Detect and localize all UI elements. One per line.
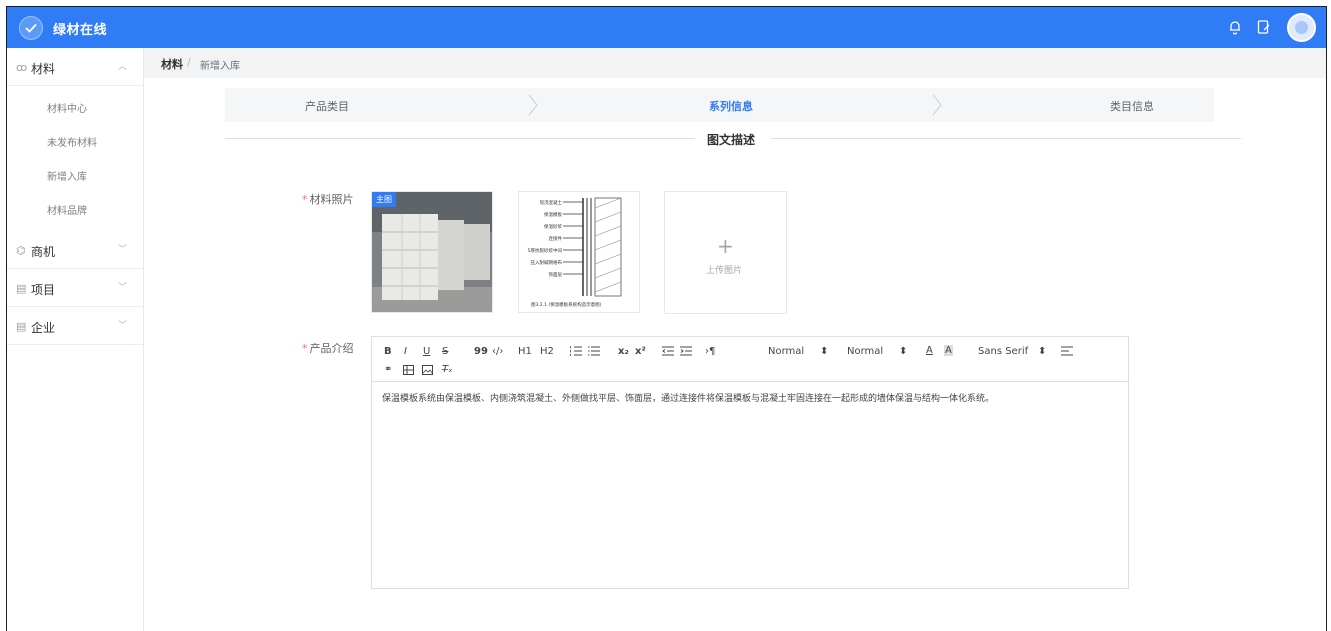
photo-thumbnail-diagram[interactable]: 现浇混凝土 保温模板 保温砂浆 连接件 5厚抗裂砂浆中间 压入耐碱网格布 饰面层… — [518, 191, 640, 313]
editor-toolbar: B I U S 99 ‹/› H1 H2 x₂ x² ›¶ Normal ⬍ N… — [372, 337, 1128, 382]
svg-text:保温模板: 保温模板 — [544, 211, 562, 218]
opportunity-icon: ⌬ — [16, 244, 26, 257]
sidebar-item-label: 未发布材料 — [47, 138, 97, 149]
font-color-icon[interactable]: A — [926, 345, 933, 356]
divider-right — [771, 138, 1241, 139]
step-bar: 产品类目 系列信息 类目信息 — [225, 88, 1214, 122]
structure-diagram: 现浇混凝土 保温模板 保温砂浆 连接件 5厚抗裂砂浆中间 压入耐碱网格布 饰面层… — [528, 197, 622, 308]
breadcrumb-current: 新增入库 — [200, 61, 240, 72]
edit-note-icon[interactable] — [1255, 18, 1273, 36]
svg-text:5厚抗裂砂浆中间: 5厚抗裂砂浆中间 — [528, 247, 563, 254]
sidebar-group-opportunity[interactable]: ⌬ 商机 ﹀ — [7, 231, 143, 269]
photo-image — [372, 192, 492, 312]
sidebar-group-project[interactable]: ▤ 项目 ﹀ — [7, 269, 143, 307]
link-icon: ꝏ — [16, 61, 28, 74]
svg-text:图3.2.1 (保温模板系统构造示意图): 图3.2.1 (保温模板系统构造示意图) — [531, 301, 602, 308]
upload-image-button[interactable]: + 上传图片 — [664, 191, 787, 314]
svg-text:保温砂浆: 保温砂浆 — [544, 223, 562, 230]
video-icon[interactable] — [403, 365, 414, 375]
size-select[interactable]: Normal — [768, 346, 804, 357]
bold-button[interactable]: B — [384, 346, 392, 357]
bell-icon[interactable] — [1226, 18, 1244, 36]
select-chevron-icon: ⬍ — [899, 346, 908, 357]
sidebar-group-enterprise[interactable]: ▤ 企业 ﹀ — [7, 307, 143, 345]
sidebar-group-label: 商机 — [31, 245, 56, 259]
image-icon[interactable] — [422, 365, 433, 375]
step-product-category[interactable]: 产品类目 — [305, 98, 349, 114]
background-color-icon[interactable]: A — [944, 345, 953, 356]
step-series-info[interactable]: 系列信息 — [709, 98, 753, 114]
app-title[interactable]: 绿材在线 — [53, 19, 107, 38]
step-category-info[interactable]: 类目信息 — [1110, 98, 1154, 114]
chevron-down-icon: ﹀ — [118, 245, 128, 255]
select-chevron-icon: ⬍ — [820, 346, 829, 357]
underline-button[interactable]: U — [423, 346, 430, 357]
sidebar-item-unpublished[interactable]: 未发布材料 — [7, 124, 143, 158]
sidebar-group-label: 材料 — [31, 62, 56, 76]
project-icon: ▤ — [16, 282, 27, 295]
svg-text:现浇混凝土: 现浇混凝土 — [540, 199, 563, 206]
superscript-button[interactable]: x² — [635, 346, 646, 357]
sidebar-group-materials[interactable]: ꝏ 材料 ︿ — [7, 48, 143, 86]
header-select[interactable]: Normal — [847, 346, 883, 357]
chevron-down-icon: ﹀ — [118, 283, 128, 293]
sidebar: ꝏ 材料 ︿ 材料中心 未发布材料 新增入库 材料品牌 ⌬ 商机 ﹀ ▤ 项目 … — [7, 48, 144, 631]
clear-format-icon[interactable]: T̶ₓ — [442, 364, 453, 375]
sidebar-item-label: 材料中心 — [47, 104, 87, 115]
chevron-right-icon — [528, 94, 538, 116]
link-icon[interactable]: ⚭ — [384, 364, 392, 375]
breadcrumb-separator: / — [187, 56, 191, 69]
svg-text:饰面层: 饰面层 — [549, 271, 563, 278]
outdent-icon[interactable] — [662, 346, 674, 356]
code-block-button[interactable]: ‹/› — [492, 346, 503, 357]
upload-label: 上传图片 — [706, 266, 743, 276]
photos-label: * 材料照片 — [302, 193, 354, 206]
main-image-badge: 主图 — [372, 192, 396, 207]
select-chevron-icon: ⬍ — [1038, 346, 1047, 357]
strike-button[interactable]: S — [442, 346, 448, 357]
bullet-list-icon[interactable] — [588, 346, 600, 356]
photo-thumbnail-main[interactable]: 主图 — [371, 191, 493, 313]
sidebar-group-label: 项目 — [31, 283, 56, 297]
svg-text:压入耐碱网格布: 压入耐碱网格布 — [531, 259, 563, 266]
section-title: 图文描述 — [707, 133, 756, 147]
divider-left — [225, 138, 695, 139]
subscript-button[interactable]: x₂ — [618, 346, 629, 357]
h2-button[interactable]: H2 — [540, 346, 554, 357]
sidebar-item-label: 新增入库 — [47, 172, 87, 183]
rich-text-editor[interactable]: B I U S 99 ‹/› H1 H2 x₂ x² ›¶ Normal ⬍ N… — [371, 336, 1129, 589]
svg-text:连接件: 连接件 — [549, 235, 563, 242]
sidebar-item-brand[interactable]: 材料品牌 — [7, 192, 143, 226]
sidebar-item-new-stock[interactable]: 新增入库 — [7, 158, 143, 192]
font-select[interactable]: Sans Serif — [978, 346, 1028, 357]
text-direction-button[interactable]: ›¶ — [705, 346, 715, 357]
chevron-right-icon — [932, 94, 942, 116]
breadcrumb: 材料 / 新增入库 — [144, 48, 1326, 78]
sidebar-group-label: 企业 — [31, 321, 56, 335]
ordered-list-icon[interactable] — [570, 346, 582, 356]
plus-icon: + — [717, 234, 734, 258]
blockquote-button[interactable]: 99 — [474, 346, 488, 357]
avatar[interactable] — [1287, 13, 1316, 42]
sidebar-item-material-center[interactable]: 材料中心 — [7, 90, 143, 124]
enterprise-icon: ▤ — [16, 320, 27, 333]
h1-button[interactable]: H1 — [518, 346, 532, 357]
intro-label: * 产品介绍 — [302, 342, 354, 355]
top-bar: 绿材在线 — [7, 7, 1326, 48]
chevron-down-icon: ﹀ — [118, 321, 128, 331]
logo-check-icon[interactable] — [19, 16, 43, 40]
breadcrumb-root[interactable]: 材料 — [161, 56, 183, 72]
chevron-up-icon: ︿ — [118, 62, 128, 72]
sidebar-item-label: 材料品牌 — [47, 206, 87, 217]
editor-content[interactable]: 保温模板系统由保温模板、内侧浇筑混凝土、外侧做找平层、饰面层，通过连接件将保温模… — [382, 391, 994, 404]
app-window: 绿材在线 ꝏ 材料 ︿ 材料中心 未发布材料 新增入库 材料品牌 ⌬ 商机 ﹀ … — [6, 6, 1327, 631]
indent-icon[interactable] — [680, 346, 692, 356]
align-icon[interactable] — [1061, 346, 1073, 356]
italic-button[interactable]: I — [404, 346, 407, 357]
